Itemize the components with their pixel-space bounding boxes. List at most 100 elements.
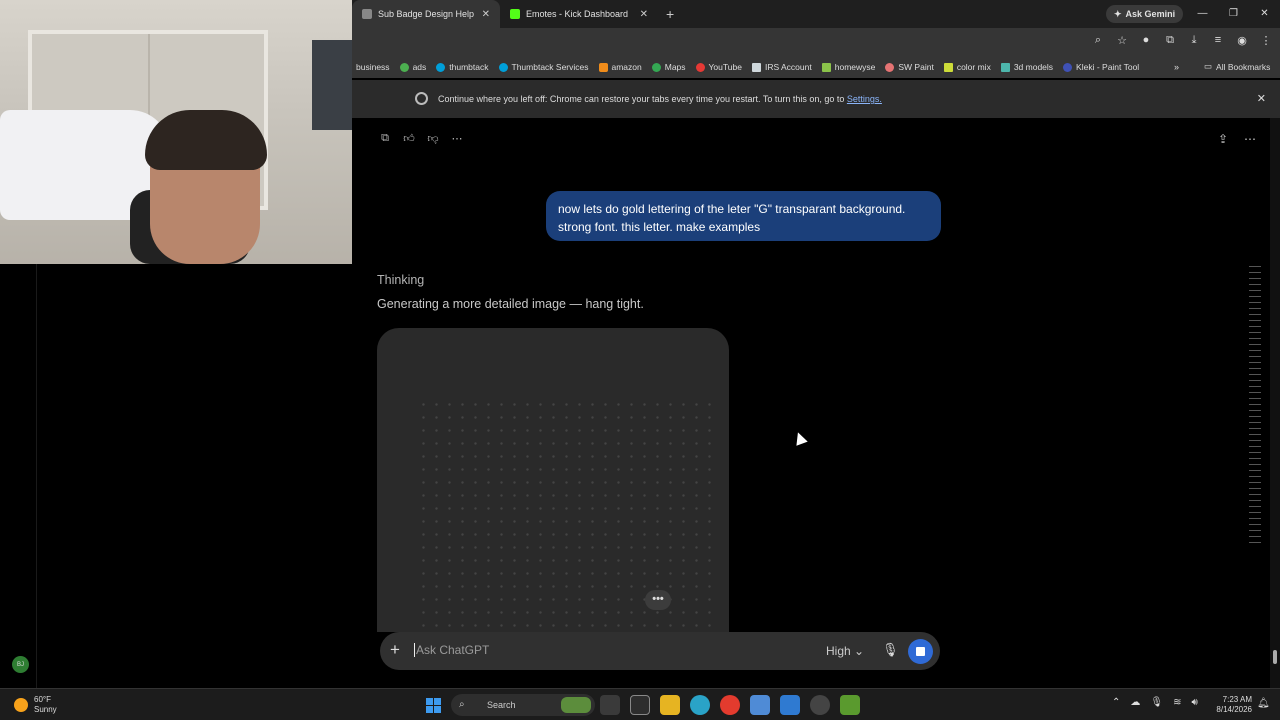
clock[interactable]: 7:23 AM 8/14/2026 (1212, 695, 1252, 715)
bookmarks-bar: business ads thumbtack Thumbtack Service… (352, 56, 1280, 78)
weather-condition: Sunny (34, 705, 57, 714)
all-bookmarks[interactable]: ▭ All Bookmarks (1204, 61, 1270, 72)
taskbar-search[interactable]: ⌕ Search (451, 694, 595, 716)
onedrive-icon[interactable]: ☁ (1130, 697, 1140, 708)
bookmark-label: SW Paint (898, 62, 934, 72)
windows-start-icon[interactable] (426, 698, 441, 713)
model-mode-select[interactable]: High ⌄ (826, 644, 864, 658)
chrome-taskbar-icon[interactable] (720, 695, 740, 715)
bookmark-label: amazon (611, 62, 642, 72)
tab-bar: Sub Badge Design Help ✕ Emotes - Kick Da… (352, 0, 1280, 28)
maps-icon (651, 62, 661, 72)
thinking-label[interactable]: Thinking (377, 273, 424, 287)
bookmark-label: color mix (956, 62, 991, 72)
bookmark-business[interactable]: business (356, 62, 390, 72)
menu-icon[interactable]: ⋮ (1260, 34, 1272, 47)
tab-sub-badge[interactable]: Sub Badge Design Help ✕ (352, 0, 500, 28)
screen: Sub Badge Design Help ✕ Emotes - Kick Da… (0, 0, 1280, 720)
zoom-icon[interactable]: ⌕ (1092, 34, 1104, 47)
scrollbar-thumb[interactable] (1273, 650, 1277, 664)
restore-infobar: Continue where you left off: Chrome can … (352, 80, 1280, 118)
stop-generation-button[interactable] (908, 639, 933, 664)
ellipsis-icon[interactable]: ⋯ (1244, 132, 1256, 146)
ads-icon (399, 62, 409, 72)
kick-favicon-icon (510, 9, 520, 19)
bookmark-amazon[interactable]: amazon (598, 62, 642, 72)
ask-gemini-button[interactable]: ✦ Ask Gemini (1106, 5, 1184, 23)
close-tab-icon[interactable]: ✕ (640, 9, 648, 20)
microphone-icon[interactable]: 🎙︎ (882, 642, 899, 658)
close-infobar-icon[interactable]: ✕ (1257, 92, 1266, 105)
task-view-icon[interactable] (600, 695, 620, 715)
profile-icon[interactable]: ◉ (1236, 34, 1248, 47)
volume-icon[interactable]: 🔊︎ (1191, 697, 1197, 708)
weather-text: 60°F Sunny (34, 695, 57, 715)
chatgpt-favicon-icon (362, 9, 372, 19)
conversation-minimap[interactable] (1249, 266, 1261, 544)
scrollbar[interactable] (1270, 118, 1280, 688)
3d-models-icon (1000, 62, 1010, 72)
bookmark-star-icon[interactable]: ☆ (1116, 34, 1128, 47)
bookmark-label: YouTube (708, 62, 742, 72)
chat-main: ⧉ 👍︎ 👎︎ ⋯ ⇪ ⋯ now lets do gold lettering… (352, 118, 1270, 688)
bookmark-label: Thumbtack Services (511, 62, 589, 72)
bookmark-thumbtack[interactable]: thumbtack (436, 62, 489, 72)
image-placeholder: ••• (377, 328, 729, 632)
chat-input[interactable]: Ask ChatGPT (414, 643, 489, 657)
chat-sidebar: BJ (0, 264, 352, 688)
bookmark-3d-models[interactable]: 3d models (1000, 62, 1053, 72)
gemini-icon: ✦ (1114, 8, 1122, 19)
copy-icon[interactable]: ⧉ (378, 132, 392, 146)
file-explorer-icon[interactable] (660, 695, 680, 715)
bookmark-thumbtack-services[interactable]: Thumbtack Services (498, 62, 589, 72)
weather-temp: 60°F (34, 695, 51, 704)
mouse-cursor-icon (792, 430, 808, 446)
notification-bell-icon[interactable]: 🔔︎ (1257, 698, 1270, 709)
bookmarks-overflow-icon[interactable]: » (1174, 62, 1179, 72)
extension-icon[interactable]: ● (1140, 34, 1152, 47)
search-label: Search (487, 700, 516, 710)
bookmark-youtube[interactable]: YouTube (695, 62, 742, 72)
chrome-icon (415, 92, 428, 105)
download-icon[interactable]: ⤓ (1188, 34, 1200, 47)
more-options-icon[interactable]: ⋯ (450, 132, 464, 146)
thumbs-down-icon[interactable]: 👎︎ (426, 132, 440, 146)
puzzle-icon[interactable]: ⧉ (1164, 34, 1176, 47)
layers-app-icon[interactable] (840, 695, 860, 715)
bookmark-ads[interactable]: ads (399, 62, 426, 72)
bookmark-kleki[interactable]: Kleki - Paint Tool (1063, 62, 1139, 72)
loading-dots-pattern (417, 398, 717, 628)
thumbs-up-icon[interactable]: 👍︎ (402, 132, 416, 146)
search-highlight-image (561, 697, 591, 713)
add-attachment-icon[interactable]: + (390, 640, 400, 660)
settings-link[interactable]: Settings. (847, 94, 882, 104)
obs-icon[interactable] (810, 695, 830, 715)
avatar[interactable]: BJ (12, 656, 29, 673)
infobar-message: Continue where you left off: Chrome can … (438, 94, 882, 104)
minimize-icon[interactable]: — (1187, 0, 1218, 28)
sw-paint-icon (885, 62, 895, 72)
bookmark-homewyse[interactable]: homewyse (821, 62, 875, 72)
close-tab-icon[interactable]: ✕ (482, 9, 490, 20)
tray-overflow-icon[interactable]: ⌃ (1112, 697, 1120, 708)
tab-kick-emotes[interactable]: Emotes - Kick Dashboard ✕ (500, 0, 658, 28)
new-tab-button[interactable]: + (666, 6, 674, 22)
edge-icon[interactable] (690, 695, 710, 715)
share-icon[interactable]: ⇪ (1218, 132, 1228, 146)
restore-icon[interactable]: ❐ (1218, 0, 1249, 28)
bookmark-sw-paint[interactable]: SW Paint (885, 62, 934, 72)
notepad-icon[interactable] (630, 695, 650, 715)
mic-tray-icon[interactable]: 🎙︎ (1150, 697, 1163, 708)
photos-app-icon[interactable] (780, 695, 800, 715)
weather-widget[interactable]: 60°F Sunny (14, 695, 57, 715)
bookmark-label: thumbtack (449, 62, 489, 72)
image-more-button[interactable]: ••• (645, 590, 671, 610)
wifi-icon[interactable]: ≋ (1173, 697, 1181, 708)
notes-app-icon[interactable] (750, 695, 770, 715)
bookmark-maps[interactable]: Maps (651, 62, 686, 72)
tab-search-icon[interactable]: ≡ (1212, 34, 1224, 47)
close-window-icon[interactable]: ✕ (1249, 0, 1280, 28)
bookmark-irs[interactable]: IRS Account (751, 62, 812, 72)
infobar-text: Continue where you left off: Chrome can … (438, 94, 845, 104)
bookmark-color-mix[interactable]: color mix (943, 62, 991, 72)
